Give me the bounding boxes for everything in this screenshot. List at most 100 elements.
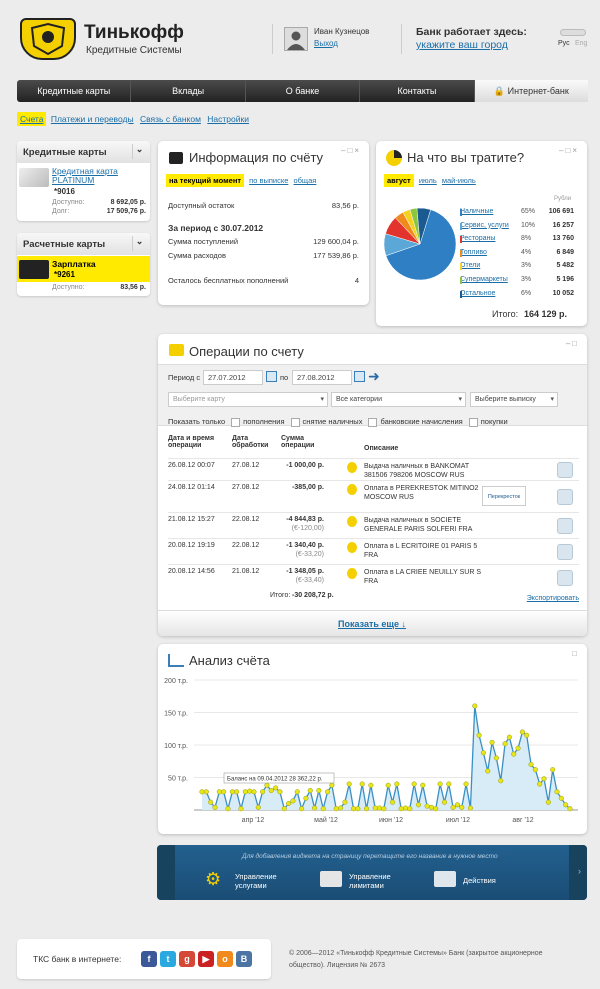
like-icon[interactable] xyxy=(557,570,573,586)
data-point[interactable] xyxy=(294,789,300,795)
data-point[interactable] xyxy=(216,789,222,795)
data-point[interactable] xyxy=(554,789,560,795)
data-point[interactable] xyxy=(493,755,499,761)
data-point[interactable] xyxy=(524,732,530,738)
statement-select[interactable]: Выберите выписку xyxy=(470,392,558,407)
data-point[interactable] xyxy=(437,781,443,787)
data-point[interactable] xyxy=(346,781,352,787)
nav-internet-bank[interactable]: 🔒 Интернет-банк xyxy=(474,80,589,102)
data-point[interactable] xyxy=(450,804,456,810)
data-point[interactable] xyxy=(567,806,573,812)
table-row[interactable]: 24.08.12 01:14 27.08.12 -385,00 р. Оплат… xyxy=(168,480,579,512)
data-point[interactable] xyxy=(407,806,413,812)
widget-actions[interactable]: Действия xyxy=(463,876,496,885)
table-row[interactable]: 20.08.12 14:56 21.08.12 -1 348,05 р. (€-… xyxy=(168,564,579,590)
chevron-down-icon[interactable]: ⌄ xyxy=(132,236,146,251)
data-point[interactable] xyxy=(325,789,331,795)
data-point[interactable] xyxy=(363,806,370,812)
panel-controls-icon[interactable]: □ xyxy=(572,649,579,658)
panel-controls-icon[interactable]: –□ xyxy=(566,339,579,348)
subnav-settings[interactable]: Настройки xyxy=(207,114,249,124)
data-point[interactable] xyxy=(234,789,240,795)
data-point[interactable] xyxy=(563,802,569,808)
chevron-down-icon[interactable]: ⌄ xyxy=(132,144,146,159)
data-point[interactable] xyxy=(359,781,365,787)
data-point[interactable] xyxy=(537,781,543,787)
subnav-payments[interactable]: Платежи и переводы xyxy=(51,114,134,124)
nav-deposits[interactable]: Вклады xyxy=(131,80,246,102)
calendar-icon[interactable] xyxy=(266,371,277,382)
data-point[interactable] xyxy=(337,805,344,811)
data-point[interactable] xyxy=(394,781,400,787)
chevron-right-icon[interactable]: › xyxy=(578,866,581,876)
data-point[interactable] xyxy=(415,802,422,808)
card-select[interactable]: Выберите карту xyxy=(168,392,328,407)
nav-about[interactable]: О банке xyxy=(246,80,361,102)
data-point[interactable] xyxy=(260,789,266,795)
data-point[interactable] xyxy=(545,799,551,805)
data-point[interactable] xyxy=(342,799,348,805)
data-point[interactable] xyxy=(212,804,218,810)
data-point[interactable] xyxy=(467,805,473,811)
data-point[interactable] xyxy=(480,750,486,756)
data-point[interactable] xyxy=(550,767,556,773)
data-point[interactable] xyxy=(255,804,261,810)
spend-category-link[interactable]: Отели xyxy=(460,262,480,269)
cash-checkbox[interactable] xyxy=(290,417,300,427)
tab-may-july[interactable]: май-июль xyxy=(442,176,476,185)
data-point[interactable] xyxy=(277,789,283,795)
data-point[interactable] xyxy=(402,805,409,811)
data-point[interactable] xyxy=(398,806,404,812)
nav-credit-cards[interactable]: Кредитные карты xyxy=(17,80,132,102)
panel-controls-icon[interactable]: –□× xyxy=(341,146,361,155)
data-point[interactable] xyxy=(411,781,417,787)
data-point[interactable] xyxy=(286,800,292,807)
tab-statement[interactable]: по выписке xyxy=(249,176,288,185)
data-point[interactable] xyxy=(376,805,383,811)
data-point[interactable] xyxy=(242,789,248,795)
logout-link[interactable]: Выход xyxy=(314,39,338,48)
data-point[interactable] xyxy=(329,782,335,788)
data-point[interactable] xyxy=(381,806,387,812)
subnav-accounts[interactable]: Счета xyxy=(17,112,47,126)
twitter-icon[interactable]: t xyxy=(160,951,176,967)
data-point[interactable] xyxy=(428,804,435,810)
data-point[interactable] xyxy=(446,781,452,787)
data-point[interactable] xyxy=(506,734,512,740)
data-point[interactable] xyxy=(320,806,326,812)
youtube-icon[interactable]: ▶ xyxy=(198,951,214,967)
panel-controls-icon[interactable]: –□× xyxy=(559,146,579,155)
spend-category-link[interactable]: Супермаркеты xyxy=(460,276,508,283)
category-select[interactable]: Все категории xyxy=(331,392,466,407)
data-point[interactable] xyxy=(385,782,391,788)
data-point[interactable] xyxy=(273,785,279,791)
data-point[interactable] xyxy=(333,806,339,812)
data-point[interactable] xyxy=(424,803,430,809)
data-point[interactable] xyxy=(441,799,447,805)
bank-accruals-checkbox[interactable] xyxy=(368,417,378,427)
data-point[interactable] xyxy=(268,787,274,794)
data-point[interactable] xyxy=(355,806,361,812)
like-icon[interactable] xyxy=(557,489,573,505)
like-icon[interactable] xyxy=(557,518,573,534)
data-point[interactable] xyxy=(528,761,534,768)
data-point[interactable] xyxy=(511,751,517,757)
widget-services[interactable]: Управление услугами xyxy=(235,872,295,890)
show-more-link[interactable]: Показать еще ↓ xyxy=(338,619,406,629)
data-point[interactable] xyxy=(303,795,309,801)
lang-toggle[interactable] xyxy=(560,29,586,36)
tab-current[interactable]: на текущий момент xyxy=(166,174,245,187)
data-point[interactable] xyxy=(299,806,305,812)
data-point[interactable] xyxy=(420,782,426,788)
purchases-checkbox[interactable] xyxy=(468,417,478,427)
data-point[interactable] xyxy=(372,805,378,811)
data-point[interactable] xyxy=(350,806,357,812)
data-point[interactable] xyxy=(290,798,296,804)
city-link[interactable]: укажите ваш город xyxy=(416,39,508,51)
credit-card-name[interactable]: Кредитная карта PLATINUM xyxy=(52,167,132,185)
data-point[interactable] xyxy=(502,741,508,747)
data-point[interactable] xyxy=(498,778,504,784)
calendar-icon[interactable] xyxy=(354,371,365,382)
data-point[interactable] xyxy=(199,789,205,795)
tab-total[interactable]: общая xyxy=(293,176,316,185)
